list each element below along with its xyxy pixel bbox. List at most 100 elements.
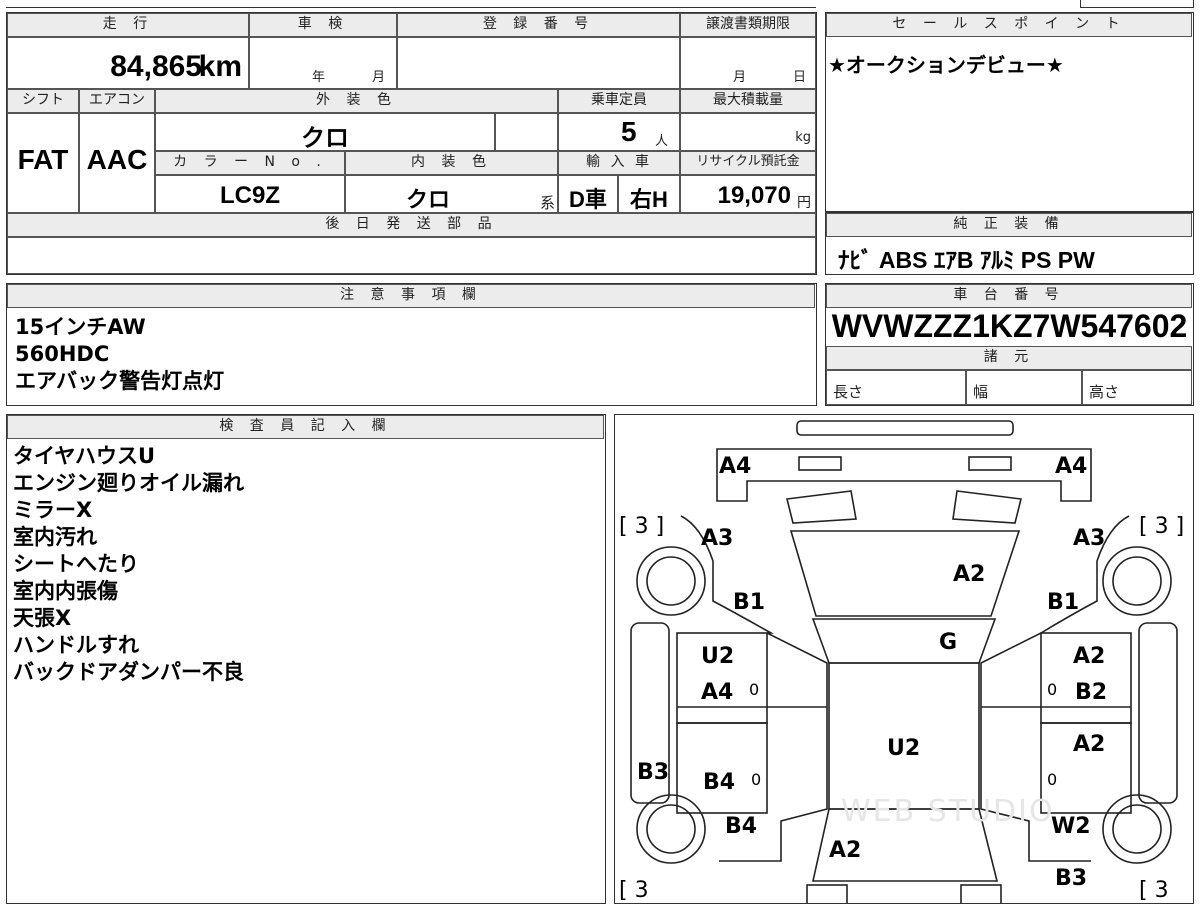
notes-panel: 注 意 事 項 欄 15インチAW 560HDC エアバック警告灯点灯 [6, 283, 817, 406]
tire-count-fr: [ 3 ] [1139, 514, 1184, 539]
exterior-color-label: 外 装 色 [155, 89, 558, 113]
aircon-cell: AAC [79, 113, 155, 213]
tire-fl-inner [646, 556, 696, 606]
rear-lamp-left-shape [806, 884, 848, 903]
chassis-label: 車 台 番 号 [826, 284, 1192, 308]
equipment-label: 純 正 装 備 [826, 213, 1192, 237]
mark-rear-l: B4 [725, 814, 757, 839]
inspector-label: 検 査 員 記 入 欄 [7, 415, 604, 439]
tire-count-rl: [ 3 [619, 878, 649, 903]
mark-front-right: A4 [1055, 454, 1087, 479]
mark-front-left: A4 [719, 454, 751, 479]
inspection-month-unit: 月 [372, 70, 386, 85]
mark-rear-b: B3 [1055, 866, 1087, 891]
inspection-year-unit: 年 [312, 70, 326, 85]
capacity-cell: 5 人 [558, 113, 680, 151]
transfer-day-unit: 日 [793, 70, 807, 85]
capacity-label: 乗車定員 [558, 89, 680, 113]
mark-door-fr-2: B2 [1075, 680, 1107, 705]
mark-side-l: B3 [637, 760, 669, 785]
rear-lamp-right-shape [960, 884, 1002, 903]
inspector-lines: タイヤハウスU エンジン廻りオイル漏れ ミラーX 室内汚れ シートへたり 室内内… [13, 443, 244, 686]
car-diagram: [ 3 ] [ 3 ] [ 3 [ 3 A4 A4 A3 A3 A2 B1 B1… [619, 420, 1184, 903]
mark-door-fl-2: A4 [701, 680, 733, 705]
notes-line: エアバック警告灯点灯 [15, 369, 225, 393]
notes-line: 560HDC [15, 342, 110, 366]
zero-rr: 0 [1047, 770, 1057, 789]
sill-right-shape [1138, 622, 1178, 804]
headlight-right-shape [968, 456, 1012, 471]
tire-count-rr: [ 3 [1139, 878, 1169, 903]
capacity-unit: 人 [655, 134, 669, 149]
front-panel-shape [716, 448, 1092, 502]
recycle-label: リサイクル預託金 [680, 151, 816, 175]
sales-point-label: セ ー ル ス ポ イ ン ト [826, 13, 1192, 37]
notes-lines: 15インチAW 560HDC エアバック警告灯点灯 [15, 314, 224, 395]
later-parts-label: 後 日 発 送 部 品 [7, 213, 816, 237]
color-no-value: LC9Z [220, 182, 280, 209]
spec-length-label: 長さ [833, 383, 864, 401]
recycle-value: 19,070 [717, 182, 791, 209]
import-origin-cell: D車 [558, 175, 618, 213]
exterior-color-value: クロ [301, 125, 349, 152]
inspection-cell: 年 月 [249, 37, 397, 89]
sales-point-panel: セ ー ル ス ポ イ ン ト ★オークションデビュー★ [825, 12, 1194, 212]
mileage-label: 走 行 [7, 13, 249, 37]
chassis-number: WVWZZZ1KZ7W547602 [831, 308, 1188, 344]
mark-windshield: G [939, 630, 957, 655]
specs-label: 諸 元 [826, 346, 1192, 370]
exterior-color-extra [495, 113, 558, 151]
later-parts-cell [7, 237, 816, 274]
interior-color-cell: クロ 系 [345, 175, 558, 213]
registration-label: 登 録 番 号 [397, 13, 680, 37]
mark-door-rl: B4 [703, 770, 735, 795]
mark-fender-fr: A3 [1073, 526, 1105, 551]
interior-color-suffix: 系 [539, 194, 555, 212]
equipment-panel: 純 正 装 備 ﾅﾋﾞ ABS ｴｱB ｱﾙﾐ PS PW [825, 212, 1194, 275]
chassis-panel: 車 台 番 号 WVWZZZ1KZ7W547602 諸 元 長さ 幅 高さ [825, 283, 1194, 406]
registration-cell [397, 37, 680, 89]
import-handle-value: 右H [630, 187, 668, 212]
tire-rr-inner [1112, 804, 1162, 854]
watermark: WEB STUDIO [841, 794, 1055, 829]
mileage-value: 84,865 [110, 50, 202, 83]
interior-color-value: クロ [406, 187, 451, 212]
max-load-unit: kg [795, 130, 811, 145]
mark-door-fl-1: U2 [701, 644, 734, 669]
lamp-right-shape [952, 490, 1022, 524]
import-label: 輸 入 車 [558, 151, 680, 175]
inspector-line: シートへたり [13, 552, 139, 576]
zero-fl: 0 [749, 680, 759, 699]
mark-rear-r: W2 [1051, 814, 1091, 839]
color-no-label: カ ラ ー N o . [155, 151, 345, 175]
mark-door-rr-1: A2 [1073, 732, 1105, 757]
max-load-label: 最大積載量 [680, 89, 816, 113]
spec-height: 高さ [1082, 370, 1192, 405]
shift-value: FAT [17, 144, 69, 175]
door-rl-shape [676, 722, 768, 814]
inspector-line: エンジン廻りオイル漏れ [13, 471, 244, 495]
notes-line: 15インチAW [15, 315, 146, 339]
mark-bonnet-sub-r: B1 [1047, 590, 1079, 615]
spec-width: 幅 [966, 370, 1082, 405]
inspector-line: ミラーX [13, 498, 93, 522]
shift-label: シフト [7, 89, 79, 113]
mark-trunk: A2 [829, 838, 861, 863]
capacity-value: 5 [621, 116, 637, 147]
aircon-label: エアコン [79, 89, 155, 113]
zero-rl: 0 [751, 770, 761, 789]
recycle-cell: 19,070 円 [680, 175, 816, 213]
transfer-deadline-label: 譲渡書類期限 [680, 13, 816, 37]
car-diagram-panel: [ 3 ] [ 3 ] [ 3 [ 3 A4 A4 A3 A3 A2 B1 B1… [614, 414, 1194, 904]
inspection-label: 車 検 [249, 13, 397, 37]
interior-color-label: 内 装 色 [345, 151, 558, 175]
spec-height-label: 高さ [1089, 383, 1120, 401]
shift-cell: FAT [7, 113, 79, 213]
front-bumper-shape [796, 420, 1014, 436]
inspector-line: 天張X [13, 606, 72, 630]
sales-point-text: ★オークションデビュー★ [828, 53, 1064, 77]
mileage-unit: km [198, 50, 242, 83]
mark-fender-fl: A3 [701, 526, 733, 551]
windshield-shape [811, 618, 997, 664]
inspector-line: バックドアダンパー不良 [13, 660, 244, 684]
